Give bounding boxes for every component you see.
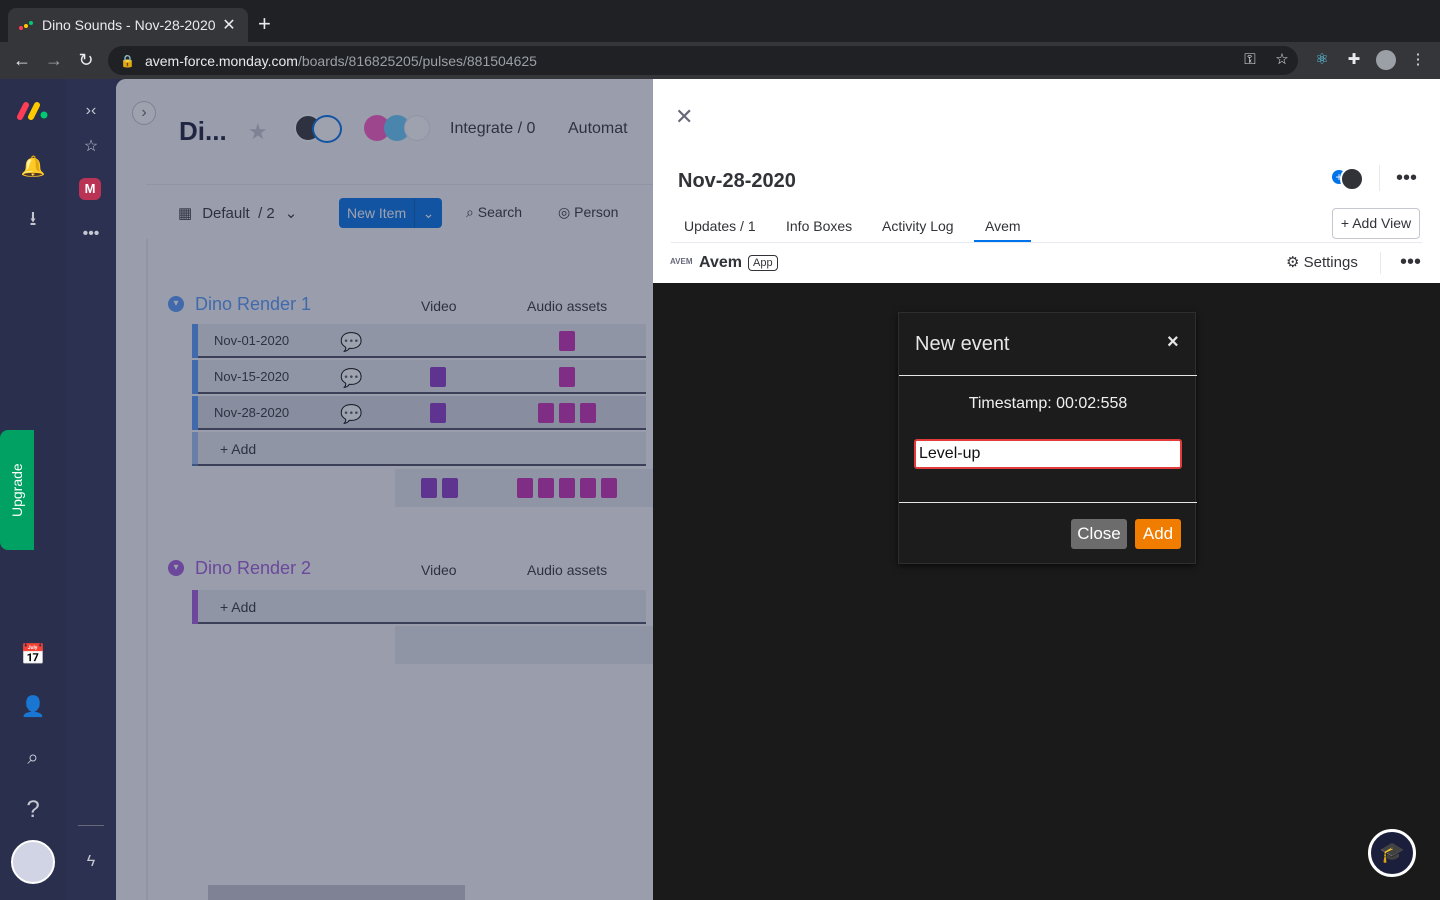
lightning-icon[interactable]: ϟ: [80, 851, 102, 873]
tab-activity-log[interactable]: Activity Log: [882, 218, 954, 234]
workspace-sidebar: ›‹ ☆ M ••• ϟ: [66, 79, 116, 900]
event-name-input[interactable]: [914, 439, 1182, 469]
close-panel-icon[interactable]: ✕: [675, 104, 693, 130]
upgrade-button[interactable]: Upgrade: [0, 430, 34, 550]
tab-info-boxes[interactable]: Info Boxes: [786, 218, 852, 234]
browser-tab-strip: Dino Sounds - Nov-28-2020 ✕ +: [0, 0, 1440, 42]
item-panel: ✕ Nov-28-2020 + ••• Updates / 1 Info Box…: [653, 79, 1440, 900]
favorites-star-icon[interactable]: ☆: [80, 136, 102, 158]
settings-button[interactable]: ⚙ Settings: [1286, 253, 1358, 271]
new-tab-button[interactable]: +: [258, 12, 271, 36]
extensions-icon[interactable]: ✚: [1344, 50, 1364, 70]
app-badge: App: [748, 255, 778, 271]
monday-logo-icon[interactable]: [16, 99, 50, 121]
react-devtools-icon[interactable]: ⚛: [1312, 50, 1332, 70]
profile-avatar[interactable]: [1376, 50, 1396, 70]
help-icon[interactable]: ?: [20, 797, 46, 823]
tab-avem[interactable]: Avem: [985, 218, 1021, 234]
invite-members-icon[interactable]: 👤: [20, 694, 46, 720]
modal-footer-divider: [899, 502, 1197, 503]
app-name: Avem: [699, 254, 742, 271]
lock-icon: 🔒: [120, 53, 135, 68]
timestamp-text: Timestamp: 00:02:558: [968, 395, 1128, 412]
add-view-button[interactable]: + Add View: [1332, 208, 1420, 239]
help-center-icon[interactable]: 🎓: [1368, 829, 1416, 877]
workspace-avatar[interactable]: M: [79, 178, 101, 200]
tab-updates[interactable]: Updates / 1: [684, 218, 756, 234]
search-icon[interactable]: ⌕: [20, 745, 46, 771]
url-host: avem-force.monday.com: [144, 52, 298, 69]
my-work-calendar-icon[interactable]: 📅: [20, 642, 46, 668]
monday-favicon-icon: [19, 21, 33, 30]
browser-toolbar: ← → ↻ 🔒 avem-force.monday.com /boards/81…: [0, 42, 1440, 79]
subscribers-button[interactable]: +: [1332, 167, 1364, 191]
notifications-bell-icon[interactable]: 🔔: [20, 154, 46, 180]
inbox-download-icon[interactable]: ⭳: [20, 206, 46, 232]
close-button[interactable]: Close: [1071, 519, 1127, 549]
subscriber-avatar: [1340, 167, 1364, 191]
key-icon[interactable]: ⚿: [1240, 50, 1260, 70]
browser-tab[interactable]: Dino Sounds - Nov-28-2020 ✕: [8, 8, 248, 42]
upgrade-label: Upgrade: [9, 463, 25, 517]
monday-app: 🔔 ⭳ Upgrade 📅 👤 ⌕ ? ›‹ ☆ M ••• ϟ › Di...…: [0, 79, 1440, 900]
left-navbar: 🔔 ⭳ Upgrade 📅 👤 ⌕ ?: [0, 79, 66, 900]
more-options-icon[interactable]: •••: [80, 223, 102, 245]
url-path: /boards/816825205/pulses/881504625: [297, 52, 537, 69]
reload-icon[interactable]: ↻: [74, 48, 98, 72]
avem-logo-icon: AVEM: [670, 257, 693, 266]
user-avatar[interactable]: [11, 840, 55, 884]
collapse-sidebar-icon[interactable]: ›‹: [80, 100, 102, 122]
browser-tab-title: Dino Sounds - Nov-28-2020: [42, 17, 216, 33]
header-divider: [1379, 165, 1380, 191]
modal-divider: [899, 375, 1197, 376]
close-icon[interactable]: ×: [1167, 331, 1179, 354]
add-button[interactable]: Add: [1135, 519, 1181, 549]
board-dim-overlay[interactable]: [116, 79, 653, 900]
app-header: AVEM Avem App ⚙ Settings •••: [653, 243, 1440, 283]
item-menu-icon[interactable]: •••: [1396, 167, 1417, 190]
star-icon[interactable]: ☆: [1272, 50, 1292, 70]
sidebar-divider: [78, 825, 104, 826]
avem-app-canvas: New event × Timestamp: 00:02:558 Close A…: [653, 283, 1440, 900]
new-event-modal: New event × Timestamp: 00:02:558 Close A…: [898, 312, 1197, 564]
settings-label: Settings: [1303, 254, 1358, 271]
forward-icon[interactable]: →: [42, 48, 66, 72]
app-menu-icon[interactable]: •••: [1400, 251, 1421, 274]
close-tab-icon[interactable]: ✕: [220, 15, 238, 35]
modal-title: New event: [915, 333, 1010, 355]
board-area: › Di... ★ Integrate / 0 Automat ▦ Defaul…: [116, 79, 653, 900]
address-bar[interactable]: 🔒 avem-force.monday.com /boards/81682520…: [108, 46, 1298, 75]
item-title[interactable]: Nov-28-2020: [678, 170, 796, 193]
back-icon[interactable]: ←: [10, 48, 34, 72]
app-header-divider: [1380, 252, 1381, 274]
gear-icon: ⚙: [1286, 254, 1304, 271]
browser-menu-icon[interactable]: ⋮: [1408, 50, 1428, 70]
